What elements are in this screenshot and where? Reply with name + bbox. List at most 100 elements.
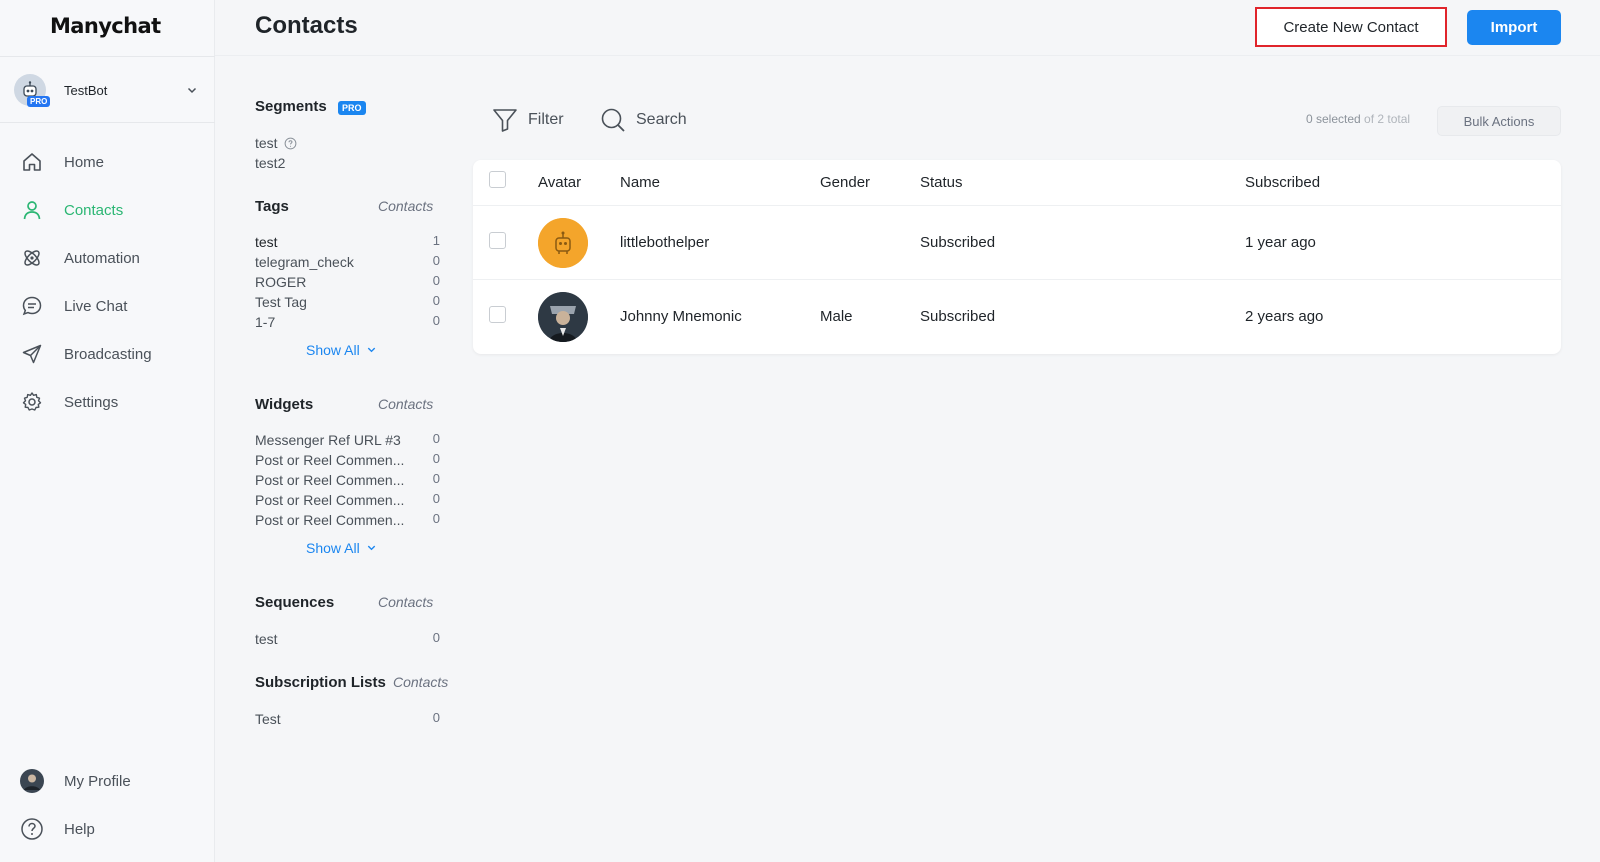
tag-count: 0 <box>432 273 440 288</box>
widgets-title: Widgets <box>255 396 314 413</box>
home-icon <box>23 153 41 171</box>
table-row[interactable]: littlebothelper Subscribed 1 year ago <box>473 205 1561 279</box>
widget-item[interactable]: Post or Reel Commen... <box>255 472 404 488</box>
robot-icon <box>538 218 588 268</box>
nav-label: My Profile <box>64 772 131 790</box>
sidebar: Manychat PRO TestBot Home Contacts Autom… <box>0 0 215 862</box>
tag-item[interactable]: telegram_check <box>255 254 354 270</box>
widgets-contacts-header: Contacts <box>378 396 434 412</box>
row-checkbox[interactable] <box>489 306 506 323</box>
subscription-list-item[interactable]: Test <box>255 711 281 727</box>
segments-title: Segments <box>255 98 327 115</box>
contact-name[interactable]: Johnny Mnemonic <box>620 308 742 325</box>
contact-status: Subscribed <box>920 234 996 251</box>
tag-item[interactable]: test <box>255 234 278 250</box>
gear-icon <box>22 392 42 411</box>
widgets-show-all-link[interactable]: Show All <box>306 540 377 556</box>
widget-count: 0 <box>432 451 440 466</box>
import-button[interactable]: Import <box>1467 10 1561 45</box>
send-icon <box>22 344 42 364</box>
tag-count: 0 <box>432 313 440 328</box>
bot-avatar: PRO <box>14 74 51 107</box>
tag-item[interactable]: Test Tag <box>255 294 307 310</box>
nav-label: Automation <box>64 249 140 267</box>
contacts-table: Avatar Name Gender Status Subscribed lit… <box>473 160 1561 354</box>
table-row[interactable]: Johnny Mnemonic Male Subscribed 2 years … <box>473 279 1561 353</box>
segment-item[interactable]: test <box>255 135 297 151</box>
tag-count: 0 <box>432 293 440 308</box>
contact-avatar[interactable] <box>538 292 588 342</box>
nav-label: Home <box>64 153 105 171</box>
sequences-contacts-header: Contacts <box>378 594 434 610</box>
filter-label: Filter <box>528 111 564 128</box>
contacts-icon <box>23 201 41 220</box>
sequences-title: Sequences <box>255 594 335 611</box>
chevron-down-icon <box>367 545 375 551</box>
chat-icon <box>22 296 42 316</box>
search-button[interactable]: Search <box>600 107 687 133</box>
widget-item[interactable]: Post or Reel Commen... <box>255 512 404 528</box>
help-icon[interactable] <box>284 137 297 150</box>
filter-icon <box>493 109 517 132</box>
create-new-contact-button[interactable]: Create New Contact <box>1255 7 1447 47</box>
column-header-avatar[interactable]: Avatar <box>538 174 581 191</box>
nav-label: Broadcasting <box>64 345 152 363</box>
widget-item[interactable]: Messenger Ref URL #3 <box>255 432 401 448</box>
tag-count: 1 <box>432 233 440 248</box>
pro-badge: PRO <box>338 101 366 115</box>
widget-count: 0 <box>432 471 440 486</box>
select-all-checkbox[interactable] <box>489 171 506 188</box>
nav-item-my-profile[interactable]: My Profile <box>0 763 215 799</box>
search-icon <box>601 108 625 132</box>
nav-item-broadcasting[interactable]: Broadcasting <box>0 335 215 373</box>
tags-show-all-link[interactable]: Show All <box>306 342 377 358</box>
subscription-lists-contacts-header: Contacts <box>393 674 449 690</box>
pro-badge: PRO <box>27 96 51 107</box>
widget-item[interactable]: Post or Reel Commen... <box>255 492 404 508</box>
person-photo-icon <box>538 292 588 342</box>
contact-name[interactable]: littlebothelper <box>620 234 709 251</box>
page-title: Contacts <box>255 12 358 39</box>
widget-count: 0 <box>432 491 440 506</box>
filter-button[interactable]: Filter <box>492 107 564 133</box>
column-header-gender[interactable]: Gender <box>820 174 870 191</box>
tag-count: 0 <box>432 253 440 268</box>
segment-item[interactable]: test2 <box>255 155 285 171</box>
nav-item-live-chat[interactable]: Live Chat <box>0 287 215 325</box>
help-icon <box>21 818 43 840</box>
contact-avatar[interactable] <box>538 218 588 268</box>
widget-count: 0 <box>432 511 440 526</box>
avatar <box>20 769 44 793</box>
tags-title: Tags <box>255 198 289 215</box>
column-header-status[interactable]: Status <box>920 174 963 191</box>
search-label: Search <box>636 111 687 128</box>
nav-label: Help <box>64 820 95 838</box>
nav-item-automation[interactable]: Automation <box>0 239 215 277</box>
manychat-logo[interactable]: Manychat <box>50 14 161 38</box>
contact-subscribed: 1 year ago <box>1245 234 1316 251</box>
contact-status: Subscribed <box>920 308 996 325</box>
nav-item-home[interactable]: Home <box>0 143 215 181</box>
nav-label: Contacts <box>64 201 124 219</box>
nav-item-contacts[interactable]: Contacts <box>0 191 215 229</box>
automation-icon <box>24 250 40 266</box>
tag-item[interactable]: ROGER <box>255 274 306 290</box>
chevron-down-icon <box>367 347 375 353</box>
subscription-lists-title: Subscription Lists <box>255 674 386 691</box>
nav-label: Settings <box>64 393 119 411</box>
subscription-list-count: 0 <box>432 710 440 725</box>
row-checkbox[interactable] <box>489 232 506 249</box>
widget-count: 0 <box>432 431 440 446</box>
bulk-actions-button[interactable]: Bulk Actions <box>1437 106 1561 136</box>
selection-count: 0 selected of 2 total <box>1306 112 1411 126</box>
widget-item[interactable]: Post or Reel Commen... <box>255 452 404 468</box>
nav-item-help[interactable]: Help <box>0 811 215 847</box>
column-header-name[interactable]: Name <box>620 174 660 191</box>
tag-item[interactable]: 1-7 <box>255 314 275 330</box>
contact-subscribed: 2 years ago <box>1245 308 1324 325</box>
divider <box>0 56 215 57</box>
column-header-subscribed[interactable]: Subscribed <box>1245 174 1320 191</box>
sequence-item[interactable]: test <box>255 631 278 647</box>
nav-item-settings[interactable]: Settings <box>0 383 215 421</box>
bot-switcher[interactable]: PRO TestBot <box>14 73 199 107</box>
